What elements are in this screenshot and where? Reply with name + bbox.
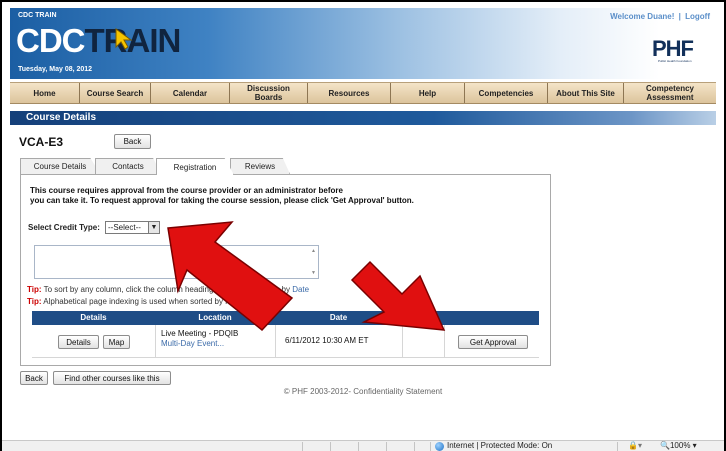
scroll-down-icon[interactable]: ▼ [311,270,316,276]
sessions-grid-header: Details Location Date [32,311,539,325]
section-header-bar: Course Details [10,111,716,125]
status-divider [414,442,415,451]
column-divider [402,325,403,358]
nav-resources[interactable]: Resources [308,83,391,103]
index-tip: Tip: Alphabetical page indexing is used … [27,297,255,306]
table-row: Details Map Live Meeting - PDQIB Multi-D… [32,325,539,358]
site-name: CDC TRAIN [18,12,57,19]
session-date: 6/11/2012 10:30 AM ET [285,336,369,345]
welcome-bar: Welcome Duane! | Logoff [610,12,710,21]
site-header: CDC TRAIN CDCTRAIN Tuesday, May 08, 2012… [10,8,716,79]
session-event-link[interactable]: Multi-Day Event... [161,339,224,348]
internet-zone-icon [435,442,444,451]
column-details-header[interactable]: Details [32,313,155,322]
course-code: VCA-E3 [19,135,64,149]
status-divider [430,442,431,451]
page-footer[interactable]: © PHF 2003-2012- Confidentiality Stateme… [0,387,726,396]
back-button-bottom[interactable]: Back [20,371,48,385]
back-button-top[interactable]: Back [114,134,151,149]
find-similar-courses-button[interactable]: Find other courses like this [53,371,171,385]
get-approval-button[interactable]: Get Approval [458,335,528,349]
credit-type-label: Select Credit Type: [28,223,100,232]
sort-tip-text: To sort by any column, click the column … [43,285,290,294]
status-divider [358,442,359,451]
browser-status-bar: Internet | Protected Mode: On 🔒▾ 🔍100% ▾ [2,440,724,451]
nav-discussion-boards[interactable]: Discussion Boards [230,83,308,103]
nav-help[interactable]: Help [391,83,465,103]
approval-message: This course requires approval from the c… [30,186,450,206]
session-location: Live Meeting - PDQIB [161,329,239,338]
phf-logo-subtext: Public Health Foundation [658,59,692,63]
details-button[interactable]: Details [58,335,99,349]
scroll-up-icon[interactable]: ▲ [311,248,316,254]
date-sort-link[interactable]: Date [292,285,309,294]
tab-contacts[interactable]: Contacts [95,158,161,174]
column-divider [444,325,445,358]
status-divider [302,442,303,451]
column-location-header[interactable]: Location [155,313,275,322]
phf-logo[interactable]: PHF Public Health Foundation [652,38,698,64]
tab-reviews[interactable]: Reviews [230,158,290,174]
nav-competencies[interactable]: Competencies [465,83,548,103]
column-divider [155,325,156,358]
zoom-value: 100% [669,441,691,450]
current-date: Tuesday, May 08, 2012 [18,66,93,73]
sort-tip: Tip: To sort by any column, click the co… [27,285,309,294]
logo-cdc-text: CDC [16,22,85,59]
main-nav: Home Course Search Calendar Discussion B… [10,82,716,104]
index-tip-text: Alphabetical page indexing is used when … [43,297,255,306]
approval-message-line2: you can take it. To request approval for… [30,196,414,205]
zoom-level[interactable]: 🔍100% ▾ [660,441,697,450]
logoff-link[interactable]: Logoff [685,12,710,21]
phf-logo-text: PHF [652,36,694,61]
nav-course-search[interactable]: Course Search [80,83,151,103]
column-divider [275,325,276,358]
status-divider [386,442,387,451]
credit-type-select[interactable]: --Select-- ▼ [105,221,160,234]
zoom-icon: 🔍 [660,441,670,450]
credit-type-value: --Select-- [108,223,141,232]
logo-cursor-icon [115,28,133,50]
tab-registration[interactable]: Registration [156,158,234,175]
nav-home[interactable]: Home [10,83,80,103]
welcome-separator: | [678,12,681,21]
status-divider [617,442,618,451]
security-zone-text: Internet | Protected Mode: On [447,441,553,450]
section-title: Course Details [26,112,97,123]
column-date-header[interactable]: Date [275,313,402,322]
registration-panel: This course requires approval from the c… [20,174,551,366]
cdctrain-logo[interactable]: CDCTRAIN [16,22,181,60]
welcome-text: Welcome Duane! [610,12,675,21]
approval-message-line1: This course requires approval from the c… [30,186,343,195]
protected-mode-icon[interactable]: 🔒▾ [628,441,642,450]
status-divider [330,442,331,451]
dropdown-arrow-icon[interactable]: ▼ [148,222,159,233]
nav-about-this-site[interactable]: About This Site [548,83,624,103]
map-button[interactable]: Map [103,335,130,349]
nav-competency-assessment[interactable]: Competency Assessment [624,83,716,103]
tab-course-details[interactable]: Course Details [20,158,100,174]
comments-textarea[interactable]: ▲ ▼ [34,245,319,279]
tip-label: Tip: [27,297,42,306]
nav-calendar[interactable]: Calendar [151,83,230,103]
tip-label: Tip: [27,285,42,294]
